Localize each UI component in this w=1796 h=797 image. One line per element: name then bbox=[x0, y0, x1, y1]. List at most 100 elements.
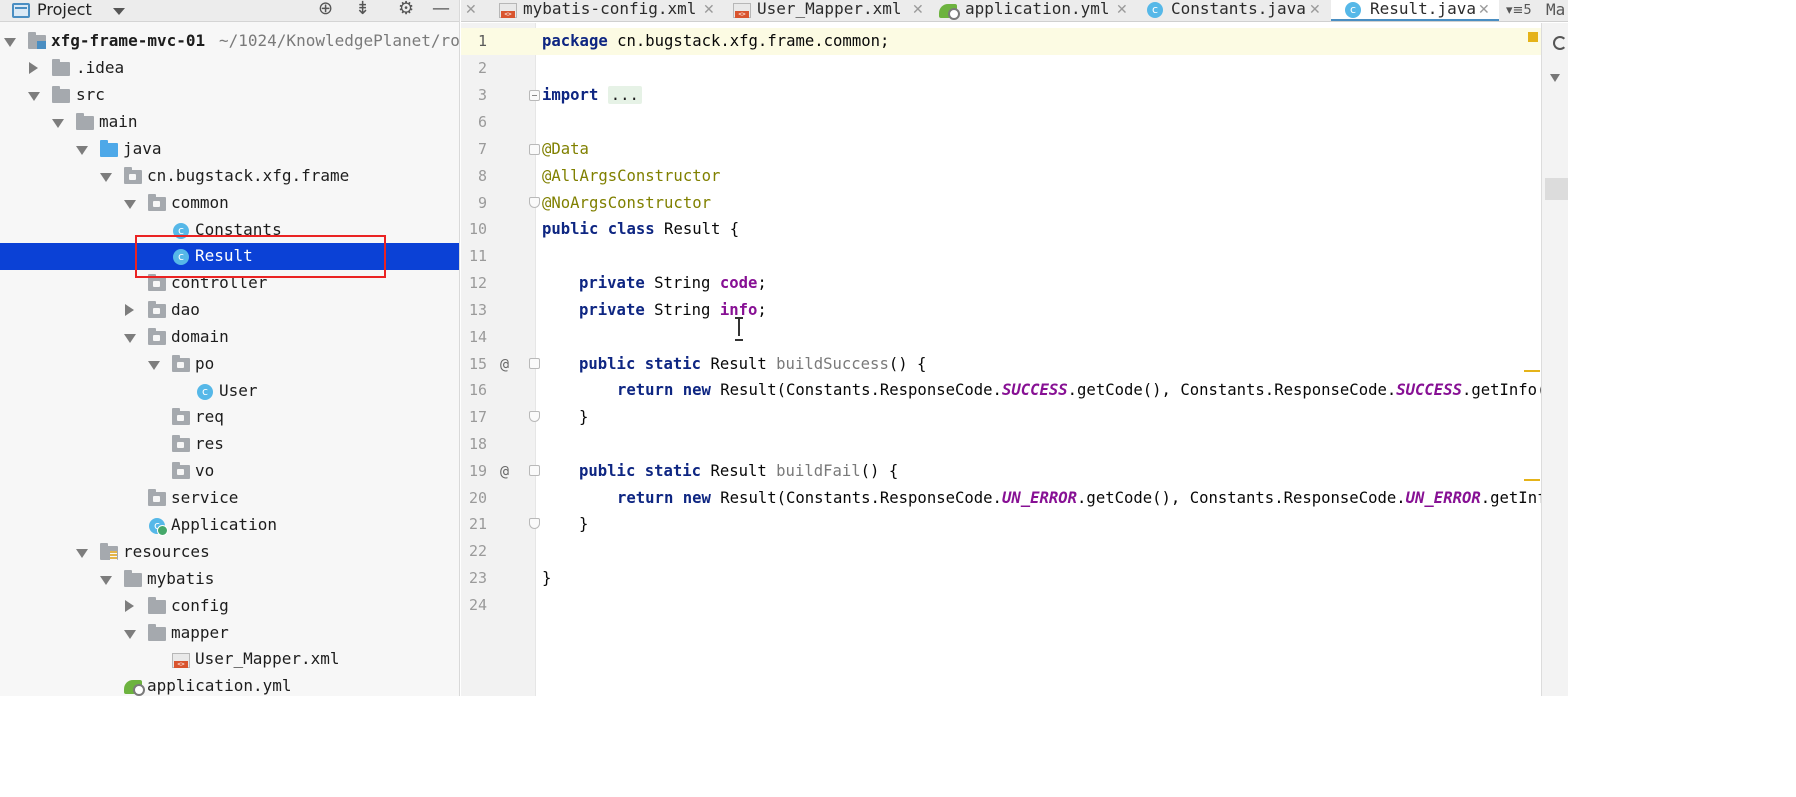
chevron-down-icon[interactable] bbox=[113, 8, 125, 15]
tree-item-label: domain bbox=[171, 327, 229, 346]
expand-arrow-icon[interactable] bbox=[124, 630, 136, 639]
fold-toggle-icon[interactable] bbox=[529, 144, 540, 155]
tree-item-constants[interactable]: c Constants bbox=[0, 217, 459, 244]
expand-arrow-icon[interactable] bbox=[125, 600, 134, 612]
fold-toggle-icon[interactable] bbox=[529, 358, 540, 369]
close-icon[interactable]: ✕ bbox=[912, 0, 924, 20]
yaml-file-icon bbox=[124, 680, 145, 696]
code-line-23[interactable]: } bbox=[542, 565, 551, 592]
code-line-7[interactable]: @Data bbox=[542, 136, 589, 163]
tab-partial[interactable]: Ma bbox=[1546, 0, 1565, 20]
class-icon: c bbox=[1345, 2, 1361, 18]
tree-item-java[interactable]: java bbox=[0, 136, 459, 163]
expand-arrow-icon[interactable] bbox=[52, 119, 64, 128]
close-icon[interactable]: ✕ bbox=[1309, 0, 1321, 20]
code-line-12[interactable]: private String code; bbox=[579, 270, 767, 297]
code-line-21[interactable]: } bbox=[579, 511, 588, 538]
project-view-selector[interactable]: Project bbox=[37, 0, 92, 20]
tree-item-result[interactable]: c Result bbox=[0, 243, 459, 270]
implemented-marker-icon[interactable]: @ bbox=[500, 351, 509, 378]
expand-arrow-icon[interactable] bbox=[76, 549, 88, 558]
tab-overflow-button[interactable]: ▾≡5 bbox=[1506, 0, 1532, 21]
tree-item-module[interactable]: xfg-frame-mvc-01 ~/1024/KnowledgePlanet/… bbox=[0, 28, 459, 55]
keyword: public class bbox=[542, 220, 655, 238]
scrollbar-marker[interactable] bbox=[1524, 479, 1540, 481]
tree-item-package-root[interactable]: cn.bugstack.xfg.frame bbox=[0, 163, 459, 190]
close-icon[interactable]: ✕ bbox=[703, 0, 715, 20]
code-line-3[interactable]: import ... bbox=[542, 82, 642, 109]
tab-application-yml[interactable]: application.yml ✕ bbox=[933, 0, 1141, 21]
tree-item-dao[interactable]: dao bbox=[0, 297, 459, 324]
fold-toggle-icon[interactable] bbox=[529, 465, 540, 476]
tree-item-res[interactable]: res bbox=[0, 431, 459, 458]
line-number: 1 bbox=[477, 32, 487, 50]
tree-item-main[interactable]: main bbox=[0, 109, 459, 136]
fold-end-icon[interactable] bbox=[529, 518, 540, 529]
folded-imports[interactable]: ... bbox=[607, 86, 642, 104]
fold-end-icon[interactable] bbox=[529, 197, 540, 208]
refresh-icon[interactable] bbox=[1553, 36, 1567, 50]
tree-item-vo[interactable]: vo bbox=[0, 458, 459, 485]
code-line-8[interactable]: @AllArgsConstructor bbox=[542, 163, 720, 190]
warning-indicator-icon[interactable] bbox=[1528, 32, 1538, 42]
expand-arrow-icon[interactable] bbox=[76, 146, 88, 155]
line-number: 22 bbox=[468, 542, 487, 560]
expand-arrow-icon[interactable] bbox=[148, 361, 160, 370]
code-text: .getInf bbox=[1480, 489, 1547, 507]
code-line-10[interactable]: public class Result { bbox=[542, 216, 739, 243]
expand-arrow-icon[interactable] bbox=[29, 62, 38, 74]
tree-item-application-yml[interactable]: application.yml bbox=[0, 673, 459, 696]
code-line-19[interactable]: public static Result buildFail() { bbox=[579, 458, 898, 485]
folder-icon bbox=[148, 597, 166, 614]
scrollbar-marker[interactable] bbox=[1524, 370, 1540, 372]
chevron-down-icon[interactable] bbox=[1550, 74, 1560, 82]
tab-constants-java[interactable]: c Constants.java ✕ bbox=[1141, 0, 1331, 21]
tab-result-java[interactable]: c Result.java ✕ bbox=[1331, 0, 1499, 21]
tab-user-mapper[interactable]: User_Mapper.xml ✕ bbox=[729, 0, 933, 21]
tree-item-domain[interactable]: domain bbox=[0, 324, 459, 351]
implemented-marker-icon[interactable]: @ bbox=[500, 458, 509, 485]
code-line-16[interactable]: return new Result(Constants.ResponseCode… bbox=[617, 377, 1546, 404]
code-line-1[interactable]: package cn.bugstack.xfg.frame.common; bbox=[542, 28, 889, 55]
side-panel-thumb[interactable] bbox=[1545, 178, 1568, 200]
close-icon[interactable]: ✕ bbox=[1478, 0, 1490, 20]
line-number: 18 bbox=[468, 435, 487, 453]
hide-icon[interactable]: — bbox=[432, 0, 450, 20]
tree-item-req[interactable]: req bbox=[0, 404, 459, 431]
fold-toggle-icon[interactable] bbox=[529, 90, 540, 101]
expand-arrow-icon[interactable] bbox=[100, 173, 112, 182]
fold-end-icon[interactable] bbox=[529, 411, 540, 422]
tree-item-common[interactable]: common bbox=[0, 190, 459, 217]
expand-arrow-icon[interactable] bbox=[124, 200, 136, 209]
code-line-17[interactable]: } bbox=[579, 404, 588, 431]
tree-item-user[interactable]: c User bbox=[0, 378, 459, 405]
expand-arrow-icon[interactable] bbox=[124, 334, 136, 343]
close-icon[interactable]: ✕ bbox=[1116, 0, 1128, 20]
tree-item-service[interactable]: service bbox=[0, 485, 459, 512]
code-line-20[interactable]: return new Result(Constants.ResponseCode… bbox=[617, 485, 1546, 512]
tree-item-application[interactable]: c Application bbox=[0, 512, 459, 539]
tree-item-po[interactable]: po bbox=[0, 351, 459, 378]
expand-arrow-icon[interactable] bbox=[4, 38, 16, 47]
tree-item-config[interactable]: config bbox=[0, 593, 459, 620]
tree-item-src[interactable]: src bbox=[0, 82, 459, 109]
tab-mybatis-config[interactable]: mybatis-config.xml ✕ bbox=[495, 0, 729, 21]
keyword: return new bbox=[617, 489, 711, 507]
tree-item-mybatis[interactable]: mybatis bbox=[0, 566, 459, 593]
tree-item-mapper[interactable]: mapper bbox=[0, 620, 459, 647]
expand-arrow-icon[interactable] bbox=[125, 304, 134, 316]
locate-icon[interactable]: ⊕ bbox=[318, 0, 333, 20]
close-icon[interactable]: ✕ bbox=[465, 0, 477, 20]
code-line-9[interactable]: @NoArgsConstructor bbox=[542, 190, 711, 217]
tree-item-controller[interactable]: controller bbox=[0, 270, 459, 297]
code-line-15[interactable]: public static Result buildSuccess() { bbox=[579, 351, 926, 378]
gear-icon[interactable]: ⚙ bbox=[398, 0, 414, 20]
yaml-file-icon bbox=[939, 4, 960, 20]
xml-file-icon bbox=[733, 3, 751, 18]
collapse-all-icon[interactable]: ⇟ bbox=[355, 0, 370, 20]
tree-item-resources[interactable]: resources bbox=[0, 539, 459, 566]
tree-item-idea[interactable]: .idea bbox=[0, 55, 459, 82]
expand-arrow-icon[interactable] bbox=[28, 92, 40, 101]
tree-item-user-mapper-xml[interactable]: User_Mapper.xml bbox=[0, 646, 459, 673]
expand-arrow-icon[interactable] bbox=[100, 576, 112, 585]
